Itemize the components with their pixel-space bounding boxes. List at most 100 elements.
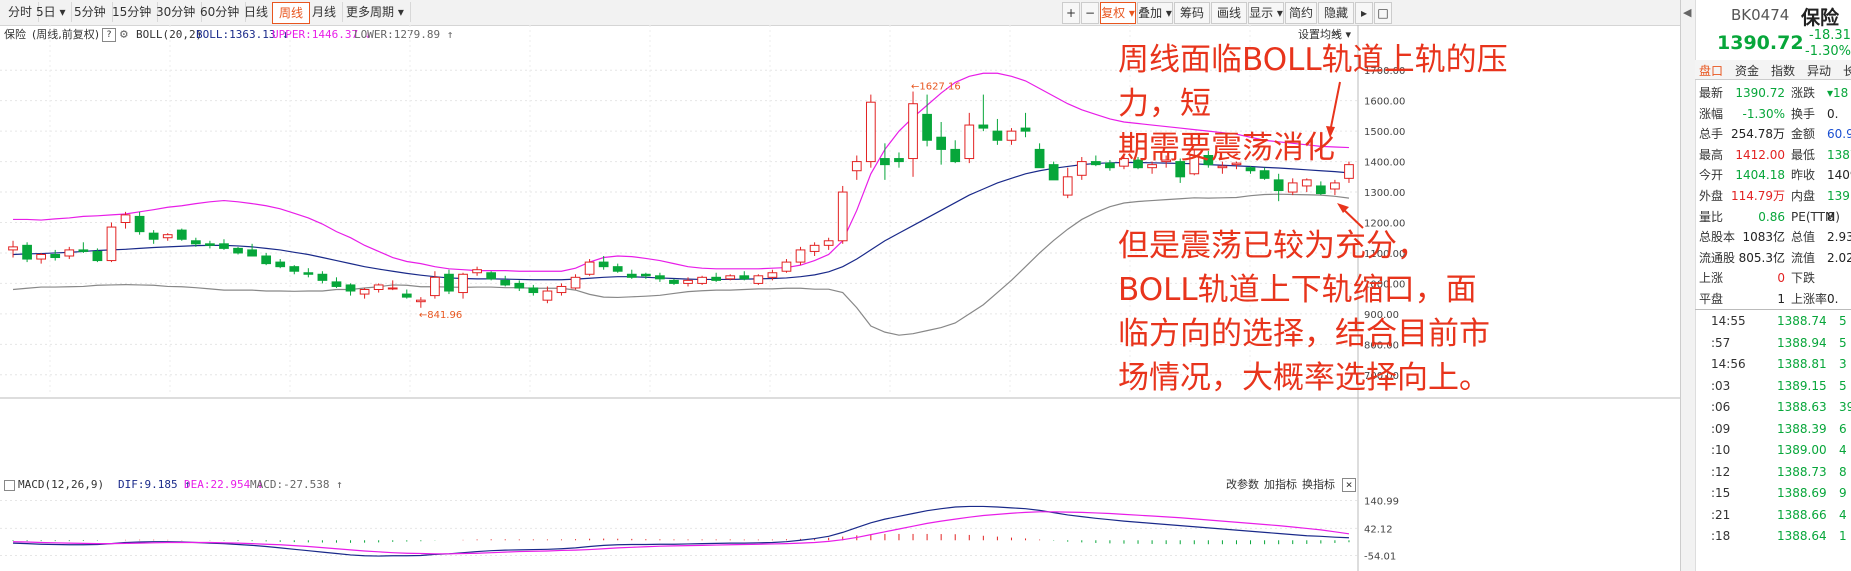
toolbar-button-7[interactable]: 简约 (1285, 2, 1317, 24)
quote-label: 涨幅 (1699, 106, 1724, 121)
change-params-button[interactable]: 改参数 (1226, 476, 1259, 494)
tick-time: :57 (1711, 335, 1731, 350)
quote-value: 1412.00 (1735, 147, 1785, 162)
sidebar-tab-4[interactable]: 长 (1843, 62, 1851, 79)
toolbar-button-8[interactable]: 隐藏 » (1318, 2, 1354, 40)
candle-body (612, 266, 623, 272)
candle-body (64, 249, 75, 257)
candle-body (1330, 182, 1340, 190)
quote-value: 0.86 (1758, 209, 1785, 224)
toolbar-button-1[interactable]: − (1081, 2, 1099, 24)
quote-value: 114.79万 (1731, 189, 1785, 203)
tick-volume: 5 (1839, 335, 1847, 350)
quote-value: 1 (1777, 292, 1785, 306)
annotation-bottom-line3: 临方向的选择，结合目前市 (1118, 316, 1490, 352)
quote-label: 上涨率 (1791, 292, 1828, 306)
quote-value: 0. (1827, 106, 1839, 121)
candle-body (401, 293, 412, 298)
tick-volume: 4 (1839, 443, 1847, 457)
price-change: -18.31 (1809, 28, 1851, 43)
sidebar-tab-1[interactable]: 资金 (1735, 62, 1759, 79)
candle-body (795, 249, 806, 263)
chevron-left-icon[interactable]: ◀ (1683, 6, 1691, 19)
period-label: (周线,前复权) (32, 28, 100, 41)
tick-volume: 6 (1839, 421, 1847, 436)
tick-row: :18 1388.64 1 (1681, 525, 1851, 547)
sector-code: BK0474 (1731, 6, 1790, 24)
help-icon[interactable]: ? (102, 28, 116, 42)
candle-body (1062, 176, 1073, 196)
sidebar-tab-0[interactable]: 盘口 (1699, 62, 1723, 79)
gear-icon[interactable]: ⚙ (120, 26, 128, 44)
quote-label: 外盘 (1699, 189, 1724, 203)
candle-body (162, 234, 173, 239)
tab-period-8[interactable]: 月线 (306, 2, 344, 22)
add-indicator-button[interactable]: 加指标 (1264, 476, 1297, 494)
toolbar-button-0[interactable]: + (1062, 2, 1080, 24)
tick-row: :10 1389.00 4 (1681, 439, 1851, 461)
quote-value: 1083亿 (1742, 230, 1785, 245)
candle-body (500, 279, 511, 286)
quote-label: 内盘 (1791, 189, 1816, 203)
quote-row: 最新 1390.72 涨跌 ▾18 (1681, 82, 1851, 104)
tab-period-7[interactable]: 周线 (272, 2, 311, 24)
toolbar-button-9[interactable]: ▸ (1355, 2, 1373, 24)
tick-time: 14:55 (1711, 314, 1746, 328)
candle-body (753, 275, 764, 284)
candle-body (50, 253, 61, 259)
candle-body (415, 299, 426, 303)
toolbar-button-2[interactable]: 复权 ▾ (1100, 2, 1136, 24)
tick-price: 1388.94 (1777, 335, 1827, 350)
toolbar-button-3[interactable]: 叠加 ▾ (1137, 2, 1173, 24)
annotation-bottom-line1: 但是震荡已较为充分， (1118, 228, 1428, 264)
toolbar-button-10[interactable]: □ (1374, 2, 1392, 24)
toolbar-button-5[interactable]: 画线 (1211, 2, 1247, 24)
quote-value: 8 (1827, 209, 1835, 224)
candle-body (176, 229, 187, 240)
tick-time: :09 (1711, 421, 1731, 436)
candle-body (1020, 127, 1031, 132)
candle-body (584, 261, 595, 275)
candle-body (92, 250, 103, 262)
quote-label: 下跌 (1791, 271, 1816, 286)
macd-tick-label: -54.01 (1364, 551, 1396, 562)
macd-tick-label: 140.99 (1364, 497, 1399, 508)
candle-body (472, 269, 482, 274)
candle-body (739, 275, 750, 280)
tick-time: :12 (1711, 464, 1731, 479)
sidebar-tab-2[interactable]: 指数 (1771, 62, 1795, 79)
close-indicator-icon[interactable]: × (1342, 478, 1356, 492)
candle-body (458, 273, 468, 294)
tick-row: :21 1388.66 4 (1681, 504, 1851, 526)
candle-body (528, 287, 539, 294)
quote-value: 0 (1777, 271, 1785, 286)
toolbar-button-6[interactable]: 显示 ▾ (1248, 2, 1284, 24)
quote-label: 最高 (1699, 147, 1724, 162)
candle-body (317, 273, 328, 281)
tab-period-9[interactable]: 更多周期 ▾ (340, 2, 411, 22)
quote-value: 1404.18 (1735, 168, 1785, 183)
candle-body (247, 249, 257, 257)
boll-name: BOLL(20,2) (136, 28, 203, 41)
tick-price: 1388.73 (1777, 464, 1827, 479)
tick-volume: 4 (1839, 507, 1847, 522)
lower-value: LOWER:1279.89 ↑ (354, 28, 454, 41)
macd-toggle-icon[interactable] (4, 480, 15, 491)
macd-value: MACD:-27.538 ↑ (250, 478, 343, 491)
candle-body (894, 158, 904, 163)
candle-body (514, 282, 525, 289)
period-toolbar: 分时 5日 ▾ 5分钟 15分钟 30分钟 60分钟 日线 周线 月线 更多周期 ▾ + − 复权 ▾ 叠… (0, 0, 1680, 40)
tick-volume: 5 (1839, 378, 1847, 393)
candle-body (964, 124, 975, 160)
toolbar-button-4[interactable]: 筹码 (1174, 2, 1210, 24)
tick-volume: 8 (1839, 464, 1847, 479)
candle-body (922, 113, 932, 141)
macd-dif-line (13, 505, 1349, 557)
tick-row: 14:56 1388.81 3 (1681, 353, 1851, 375)
quote-value: 139.9 (1827, 189, 1851, 203)
tab-period-6[interactable]: 日线 (238, 2, 276, 22)
candle-body (261, 255, 272, 265)
sidebar-tab-3[interactable]: 异动 (1807, 62, 1831, 79)
tab-period-1[interactable]: 5日 ▾ (30, 2, 73, 22)
switch-indicator-button[interactable]: 换指标 (1302, 476, 1335, 494)
